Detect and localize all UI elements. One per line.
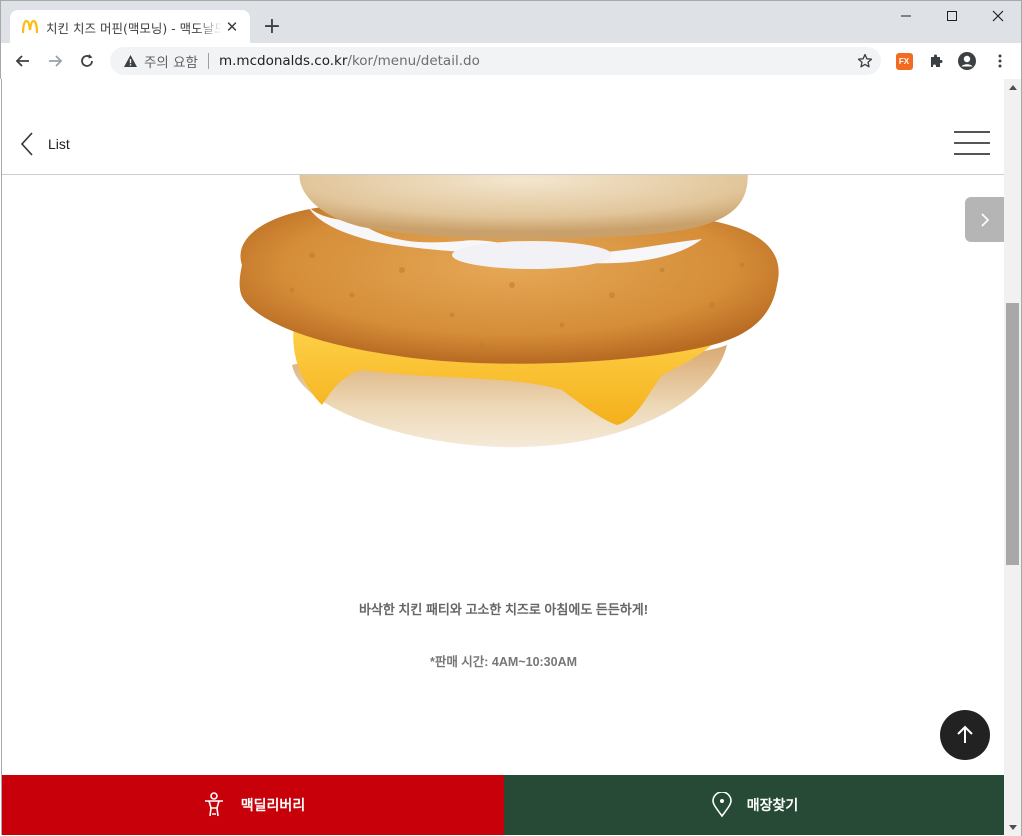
puzzle-icon[interactable]	[926, 51, 946, 71]
mcdelivery-label: 맥딜리버리	[240, 797, 306, 813]
next-product-button[interactable]	[965, 197, 1004, 242]
arrow-right-icon[interactable]	[41, 47, 69, 75]
mcdelivery-button[interactable]: 맥딜리버리	[2, 775, 504, 835]
delivery-rider-icon	[204, 792, 223, 817]
back-to-list-button[interactable]: List	[20, 131, 70, 157]
site-header: List	[2, 111, 1004, 175]
star-icon[interactable]	[855, 51, 875, 71]
url-host: m.mcdonalds.co.kr	[218, 53, 348, 69]
chicken-cheese-muffin-image	[239, 175, 779, 448]
maximize-icon[interactable]	[929, 1, 975, 31]
tab-title: 치킨 치즈 머핀(맥모닝) - 맥도날드	[46, 20, 222, 36]
scroll-down-arrow-icon[interactable]	[1004, 819, 1021, 836]
arrow-left-icon[interactable]	[9, 47, 37, 75]
omnibox-divider	[207, 53, 209, 69]
map-pin-icon	[711, 792, 732, 818]
browser-tab[interactable]: 치킨 치즈 머핀(맥모닝) - 맥도날드 ✕	[10, 10, 250, 44]
security-label[interactable]: 주의 요함	[144, 51, 198, 71]
browser-toolbar: 주의 요함 m.mcdonalds.co.kr /kor/menu/detail…	[0, 43, 1022, 79]
account-icon[interactable]	[957, 51, 977, 71]
store-finder-label: 매장찾기	[746, 797, 799, 813]
page-viewport: List 바삭한 치킨 패티와 고소한 치즈로 아침에도 든든하게! *판매 시…	[1, 79, 1004, 835]
product-description: 바삭한 치킨 패티와 고소한 치즈로 아침에도 든든하게!	[358, 602, 649, 617]
url-path: /kor/menu/detail.do	[347, 53, 480, 69]
chevron-left-icon	[20, 132, 33, 156]
store-finder-button[interactable]: 매장찾기	[504, 775, 1004, 835]
reload-icon[interactable]	[73, 47, 101, 75]
tab-close-icon[interactable]: ✕	[222, 17, 242, 37]
kebab-menu-icon[interactable]	[990, 51, 1010, 71]
bottom-action-bar: 맥딜리버리 매장찾기	[2, 775, 1004, 835]
tab-strip: 치킨 치즈 머핀(맥모닝) - 맥도날드 ✕ +	[0, 0, 1022, 44]
scrollbar-thumb[interactable]	[1006, 303, 1019, 565]
address-bar[interactable]: 주의 요함 m.mcdonalds.co.kr /kor/menu/detail…	[110, 47, 881, 75]
scroll-up-arrow-icon[interactable]	[1004, 79, 1021, 96]
new-tab-button[interactable]: +	[259, 13, 285, 39]
extension-badge: FX	[895, 52, 913, 70]
fx-extension-icon[interactable]: FX	[894, 51, 914, 71]
minimize-icon[interactable]	[883, 1, 929, 31]
hamburger-menu-icon[interactable]	[954, 131, 990, 155]
mcdonalds-favicon-icon	[22, 19, 38, 35]
window-close-icon[interactable]	[975, 1, 1021, 31]
page-scrollbar[interactable]	[1004, 79, 1021, 836]
arrow-up-icon	[957, 725, 973, 743]
scroll-to-top-button[interactable]	[940, 710, 990, 760]
warning-icon[interactable]	[122, 53, 138, 69]
back-label: List	[48, 136, 70, 152]
chevron-right-icon	[981, 212, 990, 227]
sale-time: *판매 시간: 4AM~10:30AM	[429, 655, 578, 669]
